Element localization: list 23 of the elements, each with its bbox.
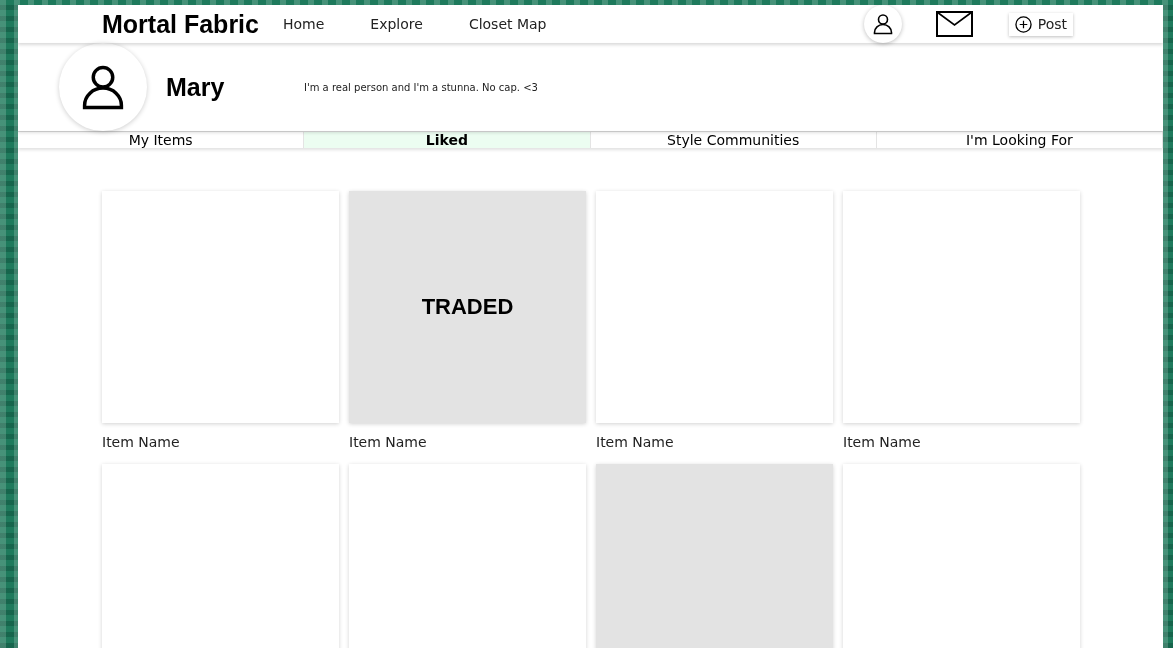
item-card[interactable] (596, 191, 833, 423)
tab[interactable]: Style Communities (590, 132, 877, 148)
tab[interactable]: I'm Looking For (876, 132, 1163, 148)
nav-link[interactable]: Home (283, 16, 325, 32)
logo[interactable]: Mortal Fabric (102, 9, 259, 39)
profile-bio: I'm a real person and I'm a stunna. No cap. <3 (304, 81, 538, 93)
tab[interactable]: My Items (18, 132, 305, 148)
item-card[interactable] (843, 191, 1080, 423)
post-button[interactable]: Post (1008, 12, 1073, 36)
item-card[interactable] (596, 464, 833, 648)
item-card[interactable]: TRADED (349, 191, 586, 423)
tab[interactable]: Liked (304, 132, 591, 148)
item-name: Item Name (596, 434, 675, 450)
mail-icon[interactable] (935, 11, 973, 37)
plus-icon (1014, 15, 1032, 33)
profile-name: Mary (166, 72, 226, 102)
nav-link[interactable]: Closet Map (468, 16, 547, 32)
item-name: Item Name (843, 434, 922, 450)
traded-label: TRADED (421, 294, 514, 320)
item-name: Item Name (349, 434, 428, 450)
item-card[interactable] (102, 191, 339, 423)
nav-link[interactable]: Explore (370, 16, 423, 32)
item-name: Item Name (102, 434, 181, 450)
